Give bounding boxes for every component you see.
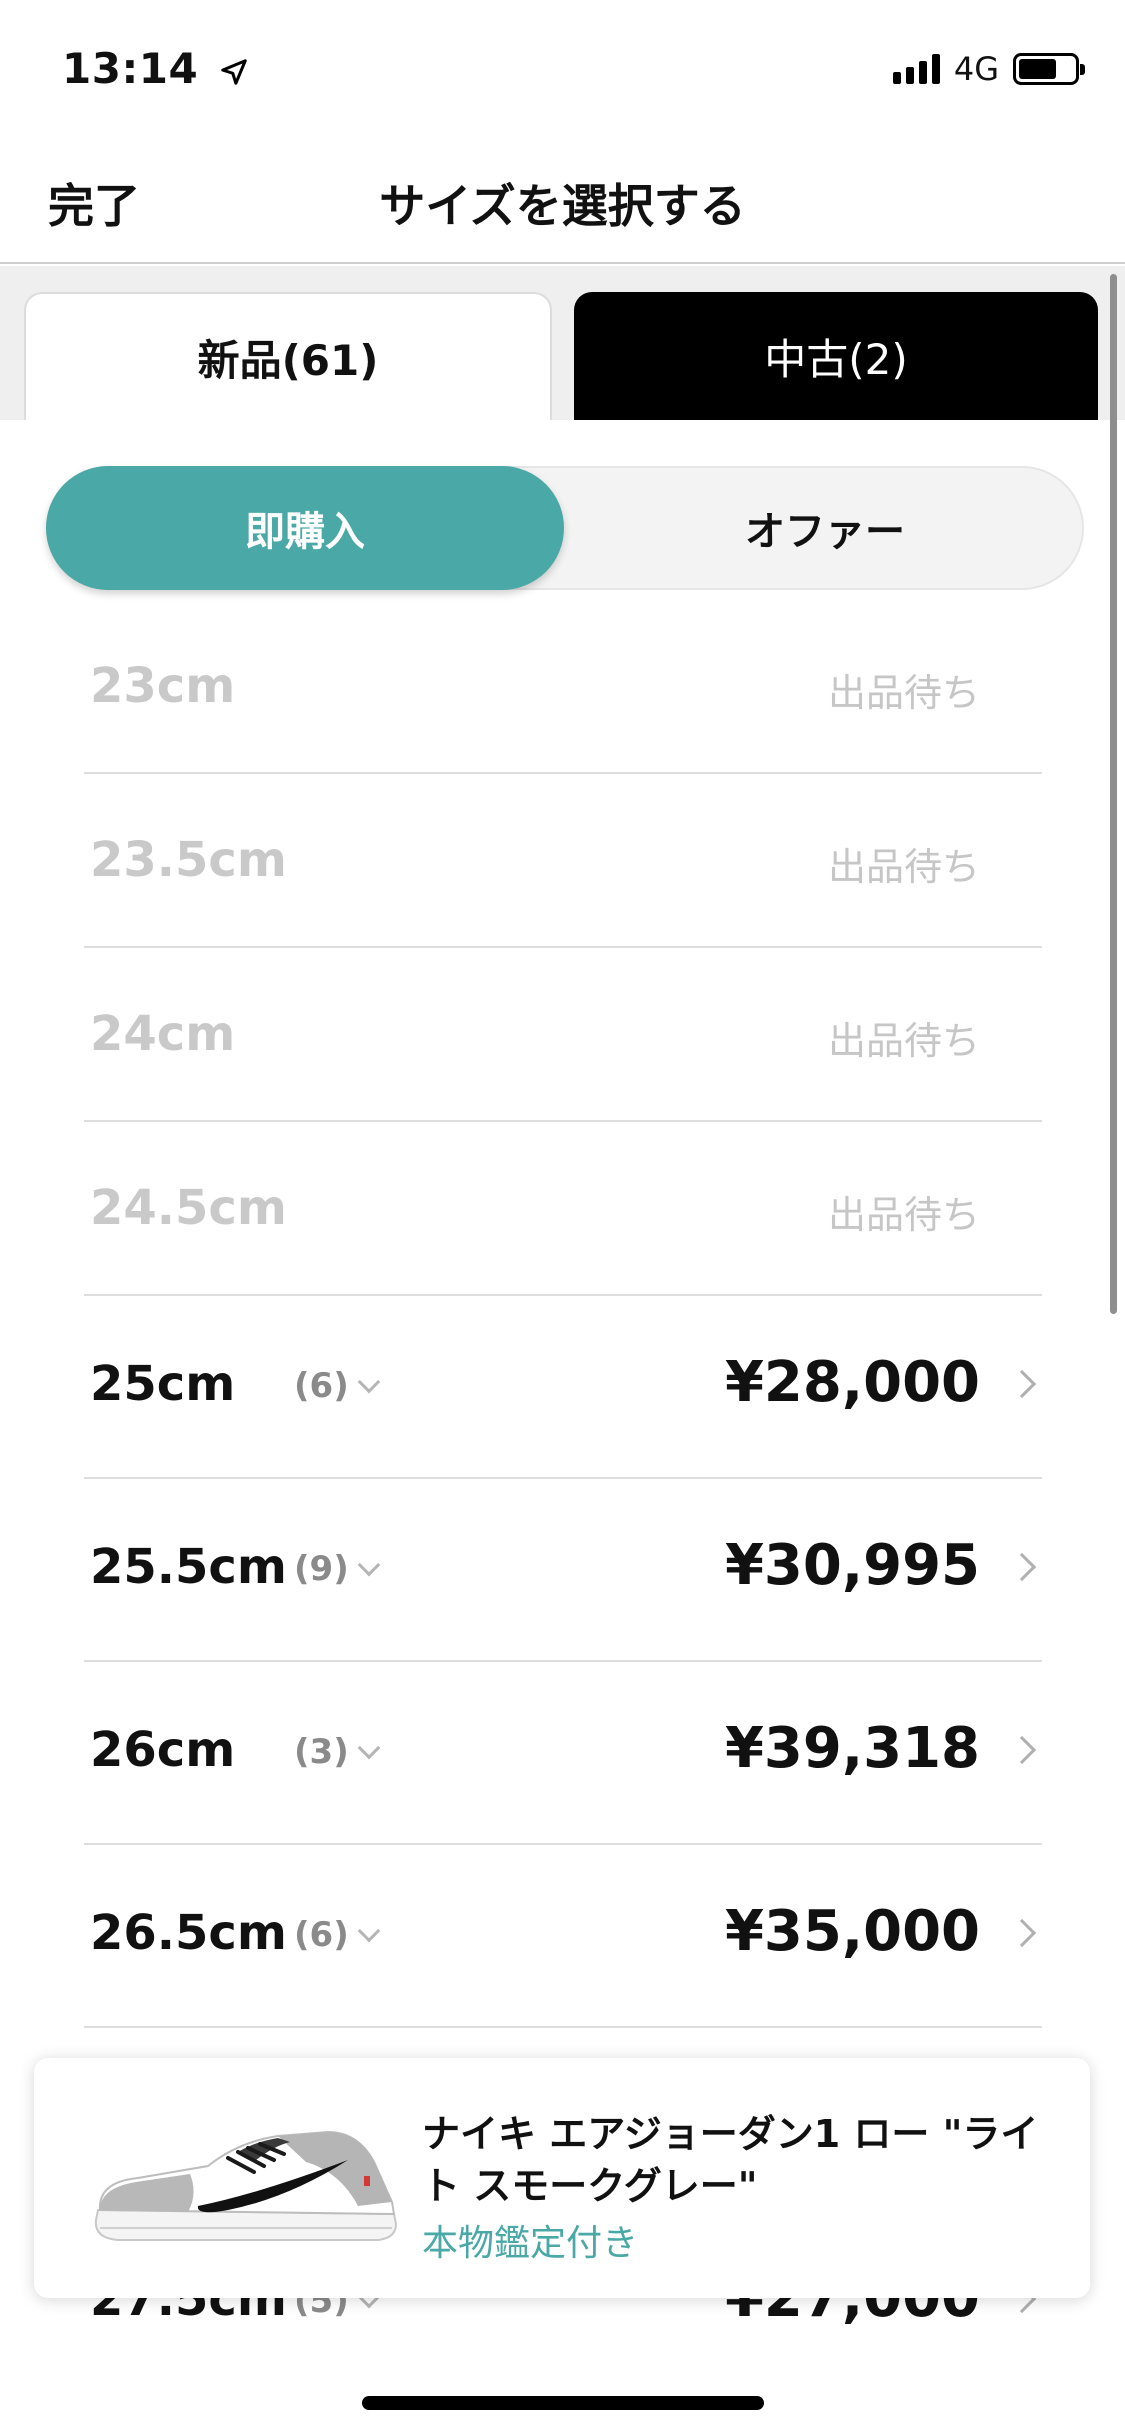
authenticity-label: 本物鑑定付き <box>422 2223 639 2264</box>
chevron-down-icon <box>357 1736 381 1760</box>
size-label: 25cm <box>90 1356 236 1412</box>
listing-count-toggle[interactable]: (6) <box>294 1366 381 1406</box>
awaiting-listing-label: 出品待ち <box>827 671 980 715</box>
chevron-right-icon <box>1007 1552 1037 1582</box>
price-label: ¥28,000 <box>724 1350 980 1415</box>
chevron-down-icon <box>357 1370 381 1394</box>
battery-level <box>1019 59 1056 79</box>
price-label: ¥35,000 <box>724 1899 980 1964</box>
size-label: 23.5cm <box>90 832 287 888</box>
chevron-right-icon <box>1007 1369 1037 1399</box>
buy-now-button[interactable]: 即購入 <box>46 466 564 590</box>
navigation-bar: 完了 サイズを選択する <box>0 132 1125 264</box>
size-row[interactable]: 25.5cm (9) ¥30,995 <box>84 1479 1042 1662</box>
size-row: 23.5cm 出品待ち <box>84 774 1042 948</box>
product-card[interactable]: ナイキ エアジョーダン1 ロー "ライト スモークグレー" 本物鑑定付き <box>34 2058 1090 2298</box>
size-label: 23cm <box>90 658 236 714</box>
awaiting-listing-label: 出品待ち <box>827 1019 980 1063</box>
purchase-mode-toggle: 即購入 オファー <box>46 466 1084 590</box>
clock-text: 13:14 <box>62 44 199 93</box>
cellular-signal-icon <box>892 54 940 84</box>
size-row[interactable]: 25cm (6) ¥28,000 <box>84 1296 1042 1479</box>
awaiting-listing-label: 出品待ち <box>827 1193 980 1237</box>
listing-count: (9) <box>294 1549 349 1589</box>
chevron-down-icon <box>357 1553 381 1577</box>
size-row[interactable]: 26cm (3) ¥39,318 <box>84 1662 1042 1845</box>
listing-count: (3) <box>294 1732 349 1772</box>
tab-used[interactable]: 中古(2) <box>574 292 1098 420</box>
home-indicator <box>362 2396 764 2410</box>
page-title: サイズを選択する <box>379 179 746 233</box>
size-label: 24cm <box>90 1006 236 1062</box>
tab-new[interactable]: 新品(61) <box>24 292 552 420</box>
price-label: ¥39,318 <box>724 1716 980 1781</box>
condition-tabs: 新品(61) 中古(2) <box>0 266 1125 420</box>
size-label: 25.5cm <box>90 1539 287 1595</box>
scrollbar[interactable] <box>1110 274 1117 1314</box>
network-type: 4G <box>953 50 999 88</box>
offer-button[interactable]: オファー <box>564 466 1086 590</box>
listing-count: (6) <box>294 1366 349 1406</box>
chevron-right-icon <box>1007 1735 1037 1765</box>
price-label: ¥30,995 <box>724 1533 980 1598</box>
sneaker-image <box>94 2130 398 2241</box>
size-label: 26.5cm <box>90 1905 287 1961</box>
size-row: 24.5cm 出品待ち <box>84 1122 1042 1296</box>
listing-count-toggle[interactable]: (3) <box>294 1732 381 1772</box>
listing-count-toggle[interactable]: (6) <box>294 1915 381 1955</box>
awaiting-listing-label: 出品待ち <box>827 845 980 889</box>
battery-icon <box>1013 53 1085 85</box>
size-row: 24cm 出品待ち <box>84 948 1042 1122</box>
status-time: 13:14 <box>62 44 249 93</box>
listing-count: (6) <box>294 1915 349 1955</box>
location-arrow-icon <box>221 58 248 85</box>
size-label: 24.5cm <box>90 1180 287 1236</box>
listing-count-toggle[interactable]: (9) <box>294 1549 381 1589</box>
product-name: ナイキ エアジョーダン1 ロー "ライト スモークグレー" <box>422 2112 1039 2208</box>
status-indicators: 4G <box>892 50 1085 88</box>
chevron-down-icon <box>357 1919 381 1943</box>
size-row[interactable]: 26.5cm (6) ¥35,000 <box>84 1845 1042 2028</box>
size-row: 23cm 出品待ち <box>84 600 1042 774</box>
status-bar: 13:14 4G <box>0 0 1125 132</box>
chevron-right-icon <box>1007 1918 1037 1948</box>
size-label: 26cm <box>90 1722 236 1778</box>
